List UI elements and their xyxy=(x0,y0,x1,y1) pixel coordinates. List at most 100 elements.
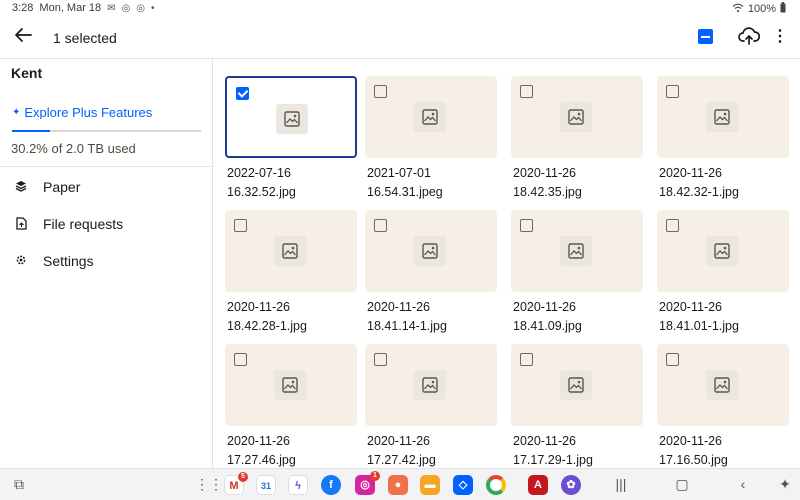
file-thumbnail[interactable] xyxy=(365,76,497,158)
select-checkbox[interactable] xyxy=(666,353,679,366)
file-name-line1: 2020-11-26 xyxy=(367,300,431,314)
file-thumbnail[interactable] xyxy=(511,76,643,158)
adobe-acrobat-app-icon[interactable]: A xyxy=(528,475,548,495)
select-checkbox[interactable] xyxy=(234,219,247,232)
file-thumbnail[interactable] xyxy=(225,76,357,158)
file-name-line2: 17.17.29-1.jpg xyxy=(513,453,593,467)
sidebar-divider xyxy=(0,166,212,167)
file-name-line1: 2020-11-26 xyxy=(659,434,723,448)
select-checkbox[interactable] xyxy=(374,353,387,366)
file-name-line2: 18.42.28-1.jpg xyxy=(227,319,307,333)
file-name-line2: 17.16.50.jpg xyxy=(659,453,728,467)
more-notifications-icon: • xyxy=(151,2,155,14)
file-thumbnail[interactable] xyxy=(511,344,643,426)
image-placeholder-icon xyxy=(276,104,308,134)
back-nav-icon[interactable]: ‹ xyxy=(734,476,752,492)
file-name-line2: 17.27.42.jpg xyxy=(367,453,436,467)
deselect-all-button[interactable] xyxy=(698,29,713,44)
file-thumbnail[interactable] xyxy=(657,76,789,158)
instagram-app-icon[interactable]: ◎ 1 xyxy=(355,471,380,495)
sidebar-item-label: Settings xyxy=(43,253,94,269)
file-name-line2: 18.42.35.jpg xyxy=(513,185,582,199)
accessibility-icon[interactable]: ✦ xyxy=(776,476,794,493)
file-name-line1: 2020-11-26 xyxy=(513,434,577,448)
sidebar-item-label: File requests xyxy=(43,216,124,232)
sidebar-item-label: Paper xyxy=(43,179,81,195)
gallery-app-icon[interactable]: ✿ xyxy=(561,475,581,495)
contacts-app-icon[interactable]: ● xyxy=(388,475,408,495)
file-thumbnail[interactable] xyxy=(365,344,497,426)
chrome-app-icon[interactable] xyxy=(486,475,506,495)
select-checkbox[interactable] xyxy=(374,85,387,98)
calendar-app-icon[interactable]: 31 xyxy=(256,475,276,495)
file-thumbnail[interactable] xyxy=(365,210,497,292)
select-checkbox[interactable] xyxy=(666,219,679,232)
app-drawer-icon[interactable]: ⋮⋮ xyxy=(195,476,223,493)
files-app-icon[interactable]: ▬ xyxy=(420,475,440,495)
file-name: 2020-11-26 17.27.42.jpg xyxy=(367,432,436,468)
file-name: 2020-11-26 18.42.35.jpg xyxy=(513,164,582,202)
file-grid: 2022-07-16 16.32.52.jpg 2021-07-01 16.54.31… xyxy=(213,59,800,468)
file-thumbnail[interactable] xyxy=(657,344,789,426)
select-checkbox[interactable] xyxy=(666,85,679,98)
instagram-notification-icon-2: ◎ xyxy=(136,2,146,14)
file-name-line1: 2020-11-26 xyxy=(367,434,431,448)
image-placeholder-icon xyxy=(274,370,306,400)
select-checkbox[interactable] xyxy=(234,353,247,366)
system-taskbar: ⧉ ⋮⋮ M5 31 ϟ f ◎ 1 ● ▬ ◇ A ✿ ||| ▢ ‹ ✦ xyxy=(0,468,800,500)
sidebar: Kent ✦ Explore Plus Features 30.2% of 2.… xyxy=(0,59,213,468)
file-name: 2020-11-26 18.41.01-1.jpg xyxy=(659,298,739,336)
dropbox-app-icon[interactable]: ◇ xyxy=(453,475,473,495)
select-checkbox[interactable] xyxy=(520,353,533,366)
file-name-line2: 16.32.52.jpg xyxy=(227,185,296,199)
file-name: 2020-11-26 17.16.50.jpg xyxy=(659,432,728,468)
wifi-icon xyxy=(732,3,744,16)
file-thumbnail[interactable] xyxy=(511,210,643,292)
screen-capture-icon[interactable]: ⧉ xyxy=(10,476,28,493)
gmail-app-icon[interactable]: M5 xyxy=(224,472,248,495)
sparkle-icon: ✦ xyxy=(12,106,21,118)
image-placeholder-icon xyxy=(706,236,738,266)
file-name-line1: 2020-11-26 xyxy=(513,300,577,314)
explore-plus-link[interactable]: ✦ Explore Plus Features xyxy=(12,105,152,119)
sidebar-item-file-requests[interactable]: File requests xyxy=(0,209,212,239)
file-name: 2020-11-26 18.42.32-1.jpg xyxy=(659,164,739,202)
sidebar-item-paper[interactable]: Paper xyxy=(0,172,212,202)
facebook-app-icon[interactable]: f xyxy=(321,475,341,495)
file-thumbnail[interactable] xyxy=(225,344,357,426)
image-placeholder-icon xyxy=(560,102,592,132)
select-checkbox[interactable] xyxy=(520,85,533,98)
layers-icon xyxy=(15,180,27,192)
file-name-line1: 2020-11-26 xyxy=(659,300,723,314)
file-name-line1: 2022-07-16 xyxy=(227,166,291,180)
more-options-icon[interactable]: ⋮ xyxy=(772,27,788,49)
select-checkbox[interactable] xyxy=(236,87,249,100)
image-placeholder-icon xyxy=(414,370,446,400)
selection-count-title: 1 selected xyxy=(53,30,117,46)
file-name: 2020-11-26 18.42.28-1.jpg xyxy=(227,298,307,336)
file-name: 2020-11-26 18.41.14-1.jpg xyxy=(367,298,447,336)
file-thumbnail[interactable] xyxy=(657,210,789,292)
messenger-app-icon[interactable]: ϟ xyxy=(288,475,308,495)
back-arrow-icon[interactable] xyxy=(14,26,36,48)
file-name-line2: 18.41.09.jpg xyxy=(513,319,582,333)
home-button-icon[interactable]: ▢ xyxy=(673,476,691,493)
file-thumbnail[interactable] xyxy=(225,210,357,292)
battery-percent: 100% xyxy=(747,3,776,15)
cloud-upload-icon[interactable] xyxy=(738,26,761,48)
sidebar-item-settings[interactable]: Settings xyxy=(0,246,212,276)
select-checkbox[interactable] xyxy=(374,219,387,232)
recent-apps-icon[interactable]: ||| xyxy=(612,476,630,492)
image-placeholder-icon xyxy=(706,102,738,132)
storage-progress-bar xyxy=(12,130,201,132)
file-name-line2: 18.42.32-1.jpg xyxy=(659,185,739,199)
instagram-notification-icon: ◎ xyxy=(121,2,131,14)
select-checkbox[interactable] xyxy=(520,219,533,232)
image-placeholder-icon xyxy=(560,236,592,266)
file-name: 2020-11-26 17.27.46.jpg xyxy=(227,432,296,468)
gmail-badge: 5 xyxy=(238,472,248,482)
image-placeholder-icon xyxy=(560,370,592,400)
file-name-line1: 2020-11-26 xyxy=(513,166,577,180)
file-name-line1: 2020-11-26 xyxy=(227,434,291,448)
file-name: 2021-07-01 16.54.31.jpeg xyxy=(367,164,443,202)
